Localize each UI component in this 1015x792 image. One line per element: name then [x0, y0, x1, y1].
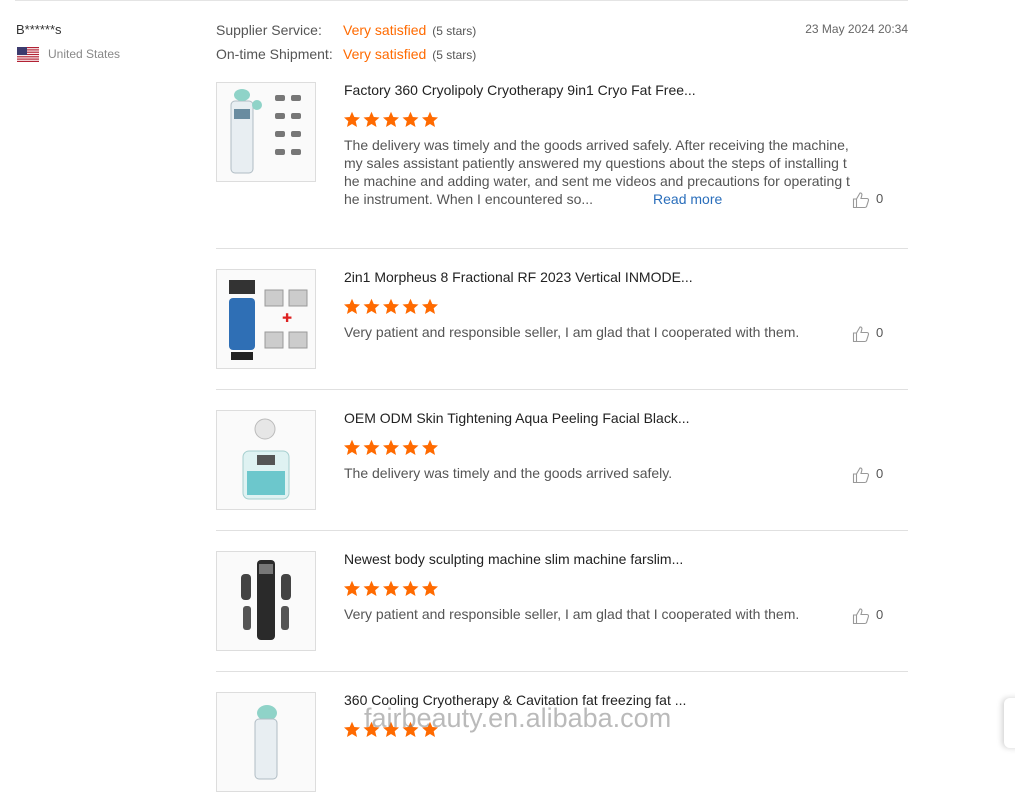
star-icon — [363, 298, 380, 314]
star-icon — [344, 580, 360, 596]
star-icon — [344, 721, 360, 737]
svg-text:✚: ✚ — [282, 311, 292, 325]
review-text: The delivery was timely and the goods ar… — [344, 136, 854, 208]
product-title[interactable]: Factory 360 Cryolipoly Cryotherapy 9in1 … — [344, 82, 696, 98]
shipment-stars: (5 stars) — [432, 48, 477, 62]
review-date: 23 May 2024 20:34 — [805, 22, 908, 36]
shipment-value: Very satisfied — [343, 46, 427, 62]
review-text: The delivery was timely and the goods ar… — [344, 465, 673, 481]
side-panel-tab[interactable] — [1004, 698, 1015, 748]
top-divider — [15, 0, 908, 1]
supplier-service-rating: Supplier Service: Very satisfied (5 stars) — [216, 22, 476, 38]
thumbs-up-icon[interactable] — [852, 607, 870, 625]
product-image[interactable] — [216, 410, 316, 510]
star-icon — [402, 298, 419, 314]
supplier-service-label: Supplier Service: — [216, 22, 322, 38]
product-image[interactable] — [216, 692, 316, 792]
star-icon — [383, 439, 399, 455]
watermark: fairbeauty.en.alibaba.com — [364, 703, 672, 733]
star-icon — [402, 111, 419, 127]
rating-stars — [344, 439, 438, 455]
reviewer-name: B******s — [16, 22, 62, 37]
product-image[interactable] — [216, 82, 316, 182]
shipment-rating: On-time Shipment: Very satisfied (5 stars) — [216, 46, 476, 62]
star-icon — [344, 111, 360, 127]
rating-stars — [344, 580, 438, 596]
thumbs-up-icon[interactable] — [852, 191, 870, 209]
star-icon — [422, 439, 438, 455]
product-title[interactable]: OEM ODM Skin Tightening Aqua Peeling Fac… — [344, 410, 690, 426]
star-icon — [344, 298, 360, 314]
review-item: OEM ODM Skin Tightening Aqua Peeling Fac… — [216, 410, 908, 531]
star-icon — [402, 580, 419, 596]
rating-stars — [344, 298, 438, 314]
star-icon — [383, 298, 399, 314]
star-icon — [422, 298, 438, 314]
like-count: 0 — [876, 607, 884, 622]
product-title[interactable]: Newest body sculpting machine slim machi… — [344, 551, 683, 567]
shipment-label: On-time Shipment: — [216, 46, 333, 62]
star-icon — [363, 580, 380, 596]
star-icon — [422, 111, 438, 127]
read-more-link[interactable]: Read more — [653, 191, 722, 207]
star-icon — [383, 111, 399, 127]
review-text: Very patient and responsible seller, I a… — [344, 324, 800, 340]
supplier-service-stars: (5 stars) — [432, 24, 477, 38]
review-body: The delivery was timely and the goods ar… — [344, 137, 850, 207]
review-item: Newest body sculpting machine slim machi… — [216, 551, 908, 672]
like-count: 0 — [876, 191, 884, 206]
star-icon — [344, 439, 360, 455]
product-title[interactable]: 2in1 Morpheus 8 Fractional RF 2023 Verti… — [344, 269, 693, 285]
review-item: ✚ 2in1 Morpheus 8 Fractional RF 2023 Ver… — [216, 269, 908, 390]
product-image[interactable]: ✚ — [216, 269, 316, 369]
rating-stars — [344, 111, 438, 127]
review-text: Very patient and responsible seller, I a… — [344, 606, 800, 622]
star-icon — [402, 439, 419, 455]
thumbs-up-icon[interactable] — [852, 466, 870, 484]
product-image[interactable] — [216, 551, 316, 651]
supplier-service-value: Very satisfied — [343, 22, 427, 38]
reviewer-country: United States — [48, 47, 121, 61]
star-icon — [422, 580, 438, 596]
thumbs-up-icon[interactable] — [852, 325, 870, 343]
like-count: 0 — [876, 466, 884, 481]
star-icon — [363, 439, 380, 455]
review-item: Factory 360 Cryolipoly Cryotherapy 9in1 … — [216, 82, 908, 249]
star-icon — [383, 580, 399, 596]
like-count: 0 — [876, 325, 884, 340]
us-flag-icon — [17, 47, 39, 62]
star-icon — [363, 111, 380, 127]
